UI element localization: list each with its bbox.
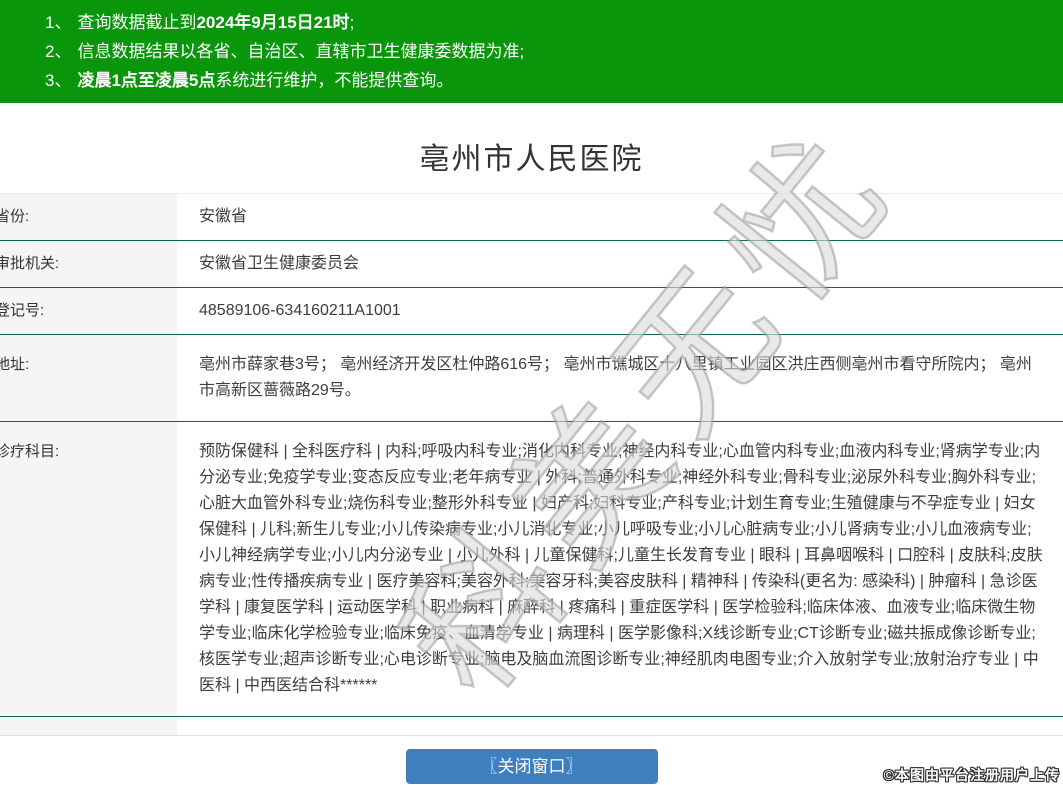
row-label: 地址:	[0, 335, 177, 421]
clipped-row-value-cell	[177, 717, 1063, 735]
notice-segment: ;	[350, 13, 355, 32]
row-label: 审批机关:	[0, 241, 177, 287]
notice-number: 3、	[45, 71, 71, 90]
table-row: 诊疗科目:预防保健科 | 全科医疗科 | 内科;呼吸内科专业;消化内科专业;神经…	[0, 422, 1063, 717]
row-label: 登记号:	[0, 288, 177, 334]
clipped-table-row	[0, 717, 1063, 736]
notice-segment: 查询数据截止到	[77, 13, 196, 32]
clipped-row-label-cell	[0, 717, 177, 735]
row-value: 预防保健科 | 全科医疗科 | 内科;呼吸内科专业;消化内科专业;神经内科专业;…	[177, 422, 1063, 716]
notice-segment: 2024年9月15日21时	[196, 13, 349, 32]
row-label: 省份:	[0, 194, 177, 240]
close-window-button[interactable]: 〖关闭窗口〗	[406, 749, 658, 784]
notice-segment: 凌晨1点至凌晨5点	[77, 71, 215, 90]
notice-number: 2、	[45, 42, 71, 61]
row-value: 安徽省	[177, 194, 1063, 240]
notice-segment: 信息数据结果以各省、自治区、直辖市卫生健康委数据为准;	[77, 42, 524, 61]
info-table: 省份:安徽省审批机关:安徽省卫生健康委员会登记号:48589106-634160…	[0, 193, 1063, 717]
row-value: 安徽省卫生健康委员会	[177, 241, 1063, 287]
table-row: 登记号:48589106-634160211A1001	[0, 288, 1063, 335]
notice-banner: 1、查询数据截止到2024年9月15日21时;2、信息数据结果以各省、自治区、直…	[0, 0, 1063, 103]
hospital-detail-table: 省份:安徽省审批机关:安徽省卫生健康委员会登记号:48589106-634160…	[0, 193, 1063, 736]
page-title: 亳州市人民医院	[0, 143, 1063, 177]
table-row: 审批机关:安徽省卫生健康委员会	[0, 241, 1063, 288]
row-label: 诊疗科目:	[0, 422, 177, 716]
notice-segment: 系统进行维护，不能提供查询。	[215, 71, 453, 90]
notice-item: 1、查询数据截止到2024年9月15日21时;	[45, 8, 1053, 37]
row-value: 亳州市薛家巷3号； 亳州经济开发区杜仲路616号； 亳州市谯城区十八里镇工业园区…	[177, 335, 1063, 421]
notice-number: 1、	[45, 13, 71, 32]
notice-list: 1、查询数据截止到2024年9月15日21时;2、信息数据结果以各省、自治区、直…	[45, 8, 1053, 95]
table-row: 省份:安徽省	[0, 193, 1063, 241]
notice-item: 3、凌晨1点至凌晨5点系统进行维护，不能提供查询。	[45, 66, 1053, 95]
notice-item: 2、信息数据结果以各省、自治区、直辖市卫生健康委数据为准;	[45, 37, 1053, 66]
row-value: 48589106-634160211A1001	[177, 288, 1063, 334]
table-row: 地址:亳州市薛家巷3号； 亳州经济开发区杜仲路616号； 亳州市谯城区十八里镇工…	[0, 335, 1063, 422]
upload-credit-text: ©本图由平台注册用户上传	[884, 765, 1060, 785]
